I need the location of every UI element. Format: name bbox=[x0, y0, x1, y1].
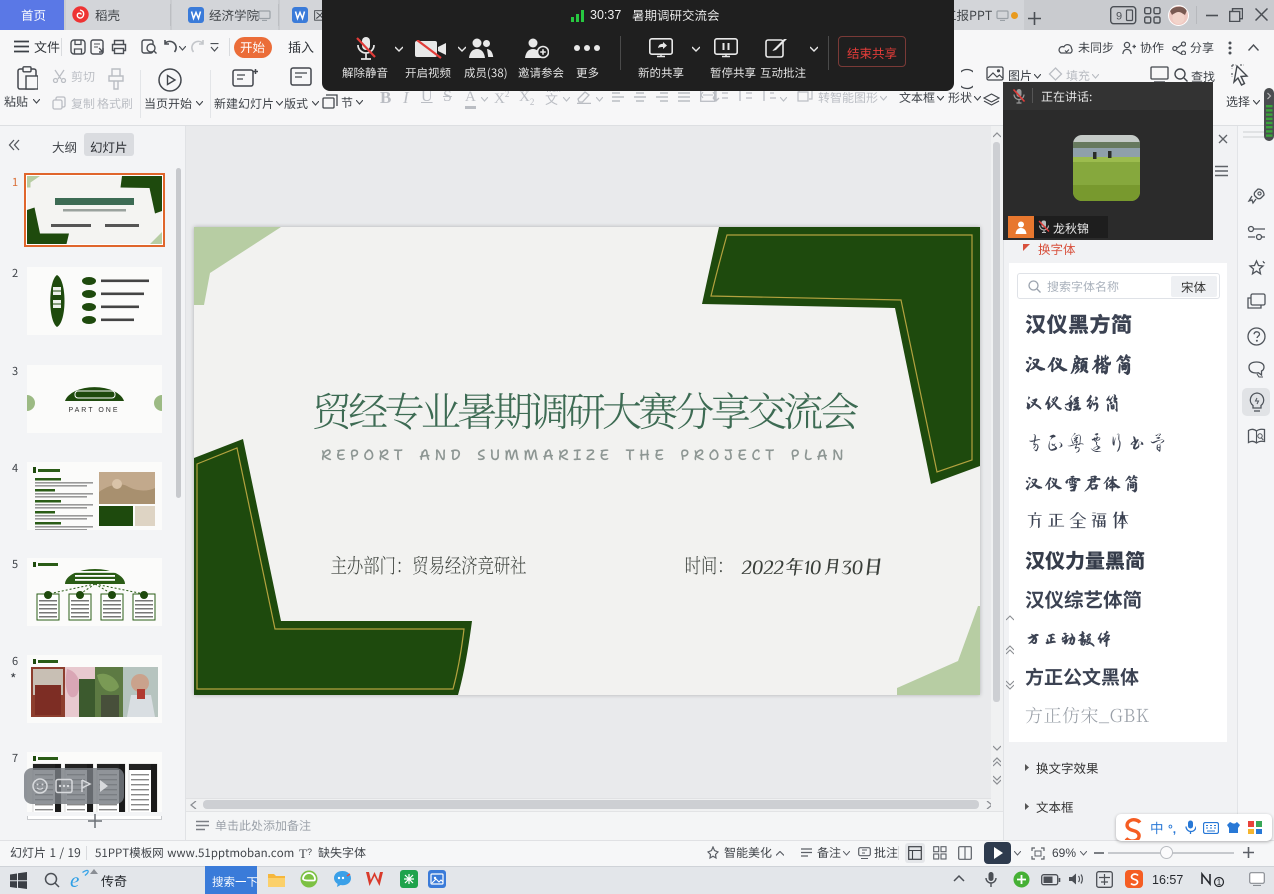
svg-text:e: e bbox=[70, 869, 79, 890]
svg-text:PART ONE: PART ONE bbox=[68, 407, 119, 414]
svg-text:1: 1 bbox=[1217, 878, 1222, 887]
svg-text:?: ? bbox=[307, 847, 312, 857]
svg-text:T: T bbox=[299, 846, 307, 860]
svg-text:9: 9 bbox=[1116, 11, 1122, 23]
